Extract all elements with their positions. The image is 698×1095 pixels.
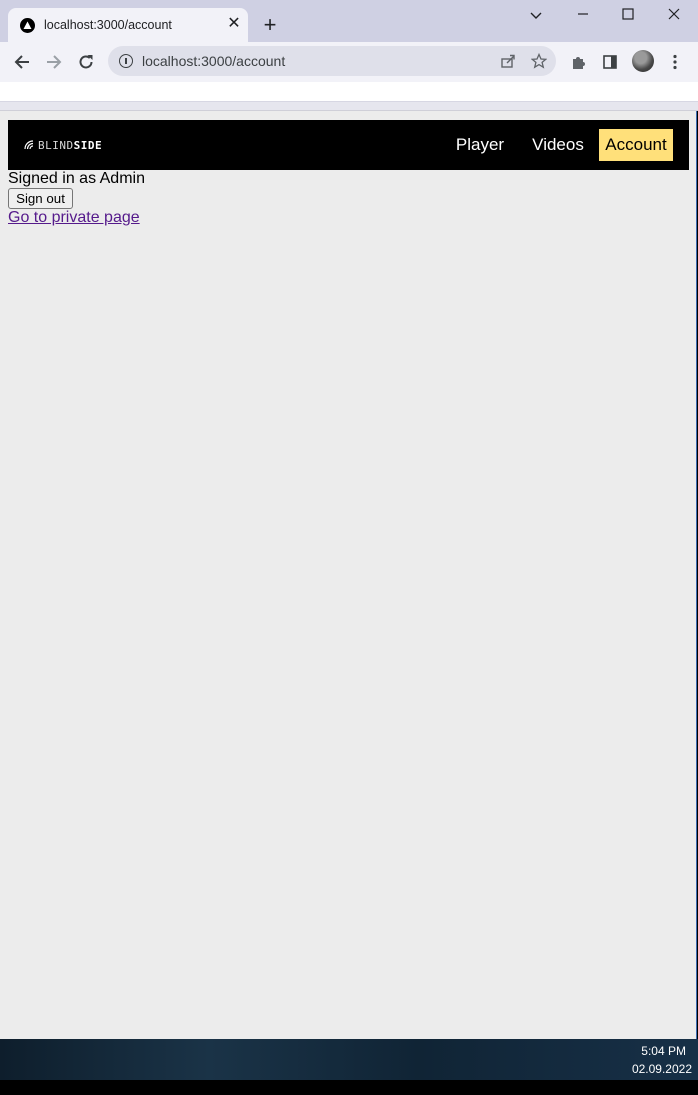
- browser-toolbar: localhost:3000/account: [0, 42, 698, 82]
- sign-out-button[interactable]: Sign out: [8, 188, 73, 209]
- minimize-icon[interactable]: [568, 4, 598, 26]
- browser-tab[interactable]: localhost:3000/account ✕: [8, 8, 248, 42]
- screen-bottom-edge: [0, 1080, 698, 1095]
- arrow-left-icon[interactable]: [10, 50, 34, 74]
- reload-icon[interactable]: [74, 50, 98, 74]
- nav-account[interactable]: Account: [599, 129, 673, 161]
- browser-titlebar: localhost:3000/account ✕ +: [0, 0, 698, 42]
- private-page-link[interactable]: Go to private page: [8, 209, 140, 227]
- clock-time[interactable]: 5:04 PM: [641, 1044, 686, 1058]
- kebab-menu-icon[interactable]: [663, 50, 687, 74]
- tab-search-icon[interactable]: [521, 4, 551, 26]
- tab-title: localhost:3000/account: [44, 18, 172, 32]
- maximize-icon[interactable]: [613, 4, 643, 26]
- site-header: BLIND SIDE Player Videos Account: [8, 120, 689, 170]
- tab-close-icon[interactable]: ✕: [224, 14, 244, 34]
- signed-in-text: Signed in as Admin: [8, 170, 145, 187]
- nextjs-favicon-icon: [20, 18, 35, 33]
- star-icon[interactable]: [527, 49, 551, 73]
- puzzle-icon[interactable]: [566, 50, 590, 74]
- profile-avatar[interactable]: [632, 50, 654, 72]
- new-tab-button[interactable]: +: [259, 14, 281, 36]
- page-viewport: BLIND SIDE Player Videos Account Signed i…: [0, 111, 697, 1039]
- logo-waves-icon: [24, 140, 34, 150]
- info-icon[interactable]: [119, 54, 133, 68]
- address-bar[interactable]: localhost:3000/account: [108, 46, 556, 76]
- logo-text-blind: BLIND: [38, 138, 74, 152]
- nav-player[interactable]: Player: [448, 129, 512, 161]
- window-close-icon[interactable]: [659, 4, 689, 26]
- clock-date[interactable]: 02.09.2022: [632, 1062, 692, 1076]
- arrow-right-icon[interactable]: [42, 50, 66, 74]
- os-taskbar: 5:04 PM 02.09.2022: [0, 1039, 698, 1080]
- site-logo[interactable]: BLIND SIDE: [24, 138, 102, 152]
- side-panel-icon[interactable]: [598, 50, 622, 74]
- nav-videos[interactable]: Videos: [526, 129, 590, 161]
- url-text[interactable]: localhost:3000/account: [142, 53, 285, 69]
- logo-text-side: SIDE: [73, 138, 103, 152]
- toolbar-divider: [0, 102, 698, 111]
- bookmarks-bar: [0, 82, 698, 102]
- share-icon[interactable]: [496, 49, 520, 73]
